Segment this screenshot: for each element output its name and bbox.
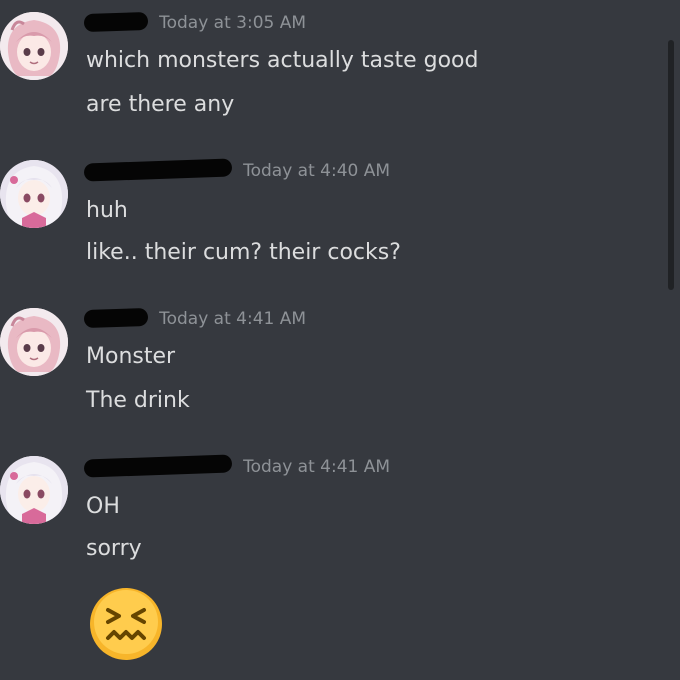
- scrollbar[interactable]: [668, 40, 674, 290]
- username-redacted[interactable]: [83, 11, 149, 33]
- avatar[interactable]: [0, 160, 68, 228]
- avatar[interactable]: [0, 456, 68, 524]
- avatar[interactable]: [0, 12, 68, 80]
- avatar[interactable]: [0, 308, 68, 376]
- username-redacted[interactable]: [83, 453, 233, 478]
- message-text: huh: [86, 198, 128, 223]
- username-redacted[interactable]: [83, 157, 233, 182]
- timestamp: Today at 3:05 AM: [159, 12, 307, 33]
- white-haired-avatar-icon: [0, 160, 68, 228]
- message-text: OH: [86, 494, 120, 519]
- timestamp: Today at 4:41 AM: [159, 308, 307, 329]
- message-header: Today at 3:05 AM: [83, 11, 307, 40]
- message-text: The drink: [86, 388, 190, 413]
- confounded-face-emoji-icon: [90, 588, 162, 660]
- white-haired-avatar-icon: [0, 456, 68, 524]
- message-header: Today at 4:40 AM: [83, 157, 391, 188]
- message-header: Today at 4:41 AM: [83, 453, 391, 484]
- chat-messages: Today at 3:05 AM which monsters actually…: [0, 0, 680, 680]
- message-text: like.. their cum? their cocks?: [86, 240, 401, 265]
- timestamp: Today at 4:40 AM: [243, 160, 391, 181]
- message-text: sorry: [86, 536, 142, 561]
- pink-haired-avatar-icon: [0, 12, 68, 80]
- username-redacted[interactable]: [83, 307, 149, 329]
- pink-haired-avatar-icon: [0, 308, 68, 376]
- message-header: Today at 4:41 AM: [83, 307, 307, 336]
- message-text: which monsters actually taste good: [86, 48, 479, 73]
- message-text: Monster: [86, 344, 176, 369]
- timestamp: Today at 4:41 AM: [243, 456, 391, 477]
- message-text: are there any: [86, 92, 235, 117]
